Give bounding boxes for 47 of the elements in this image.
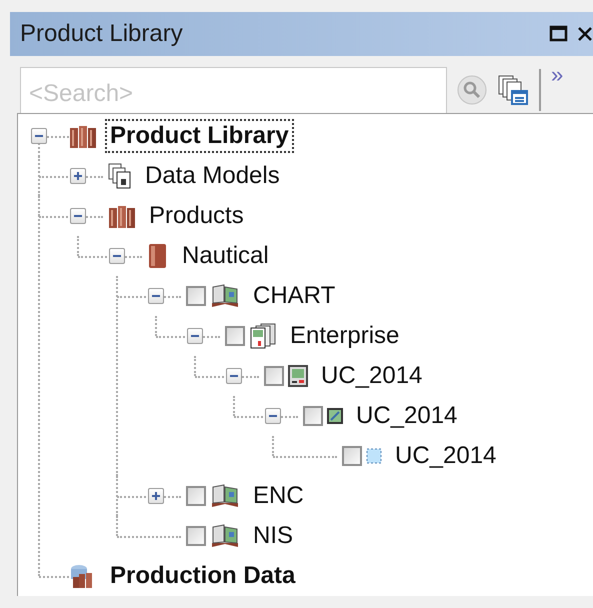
open-book-icon xyxy=(210,523,240,549)
panel-title: Product Library xyxy=(20,20,184,48)
tree-item[interactable]: Nautical xyxy=(177,239,274,273)
tree-item[interactable]: Enterprise xyxy=(285,319,404,353)
expand-toggle[interactable] xyxy=(31,128,47,144)
expand-toggle[interactable] xyxy=(148,488,164,504)
expand-toggle[interactable] xyxy=(187,328,203,344)
dotted-square-icon xyxy=(366,448,382,464)
books-icon xyxy=(108,203,136,229)
tree-item[interactable]: UC_2014 xyxy=(316,359,428,393)
tree-item[interactable]: CHART xyxy=(248,279,340,313)
maximize-icon[interactable] xyxy=(549,24,569,44)
tree-item[interactable]: Data Models xyxy=(140,159,285,193)
tree-item[interactable]: NIS xyxy=(248,519,298,553)
map-icon xyxy=(327,408,343,424)
checkbox[interactable] xyxy=(225,326,245,346)
chart-frame-icon xyxy=(288,365,308,387)
expand-toggle[interactable] xyxy=(70,168,86,184)
expand-toggle[interactable] xyxy=(148,288,164,304)
overflow-button[interactable]: » xyxy=(551,62,564,88)
expand-toggle[interactable] xyxy=(109,248,125,264)
tree-item[interactable]: UC_2014 xyxy=(390,439,502,473)
tree-item[interactable]: Product Library xyxy=(105,119,294,153)
tree-item[interactable]: Production Data xyxy=(105,559,300,593)
plus-icon xyxy=(73,171,83,181)
documents-icon xyxy=(108,163,132,189)
checkbox[interactable] xyxy=(186,286,206,306)
checkbox[interactable] xyxy=(303,406,323,426)
checkbox[interactable] xyxy=(264,366,284,386)
expand-toggle[interactable] xyxy=(226,368,242,384)
cards-icon xyxy=(249,323,277,349)
copy-list-icon[interactable] xyxy=(497,74,529,106)
expand-toggle[interactable] xyxy=(70,208,86,224)
checkbox[interactable] xyxy=(186,526,206,546)
plus-icon xyxy=(151,491,161,501)
open-book-icon xyxy=(210,483,240,509)
tree-item[interactable]: UC_2014 xyxy=(351,399,462,433)
search-field[interactable]: <Search> xyxy=(20,66,447,113)
open-book-icon xyxy=(210,283,240,309)
books-icon xyxy=(69,123,97,149)
expand-toggle[interactable] xyxy=(265,408,281,424)
close-icon[interactable] xyxy=(577,25,593,44)
checkbox[interactable] xyxy=(186,486,206,506)
tree-item[interactable]: ENC xyxy=(248,479,309,513)
book-icon xyxy=(147,243,169,269)
tree-item[interactable]: Products xyxy=(144,199,249,233)
checkbox[interactable] xyxy=(342,446,362,466)
